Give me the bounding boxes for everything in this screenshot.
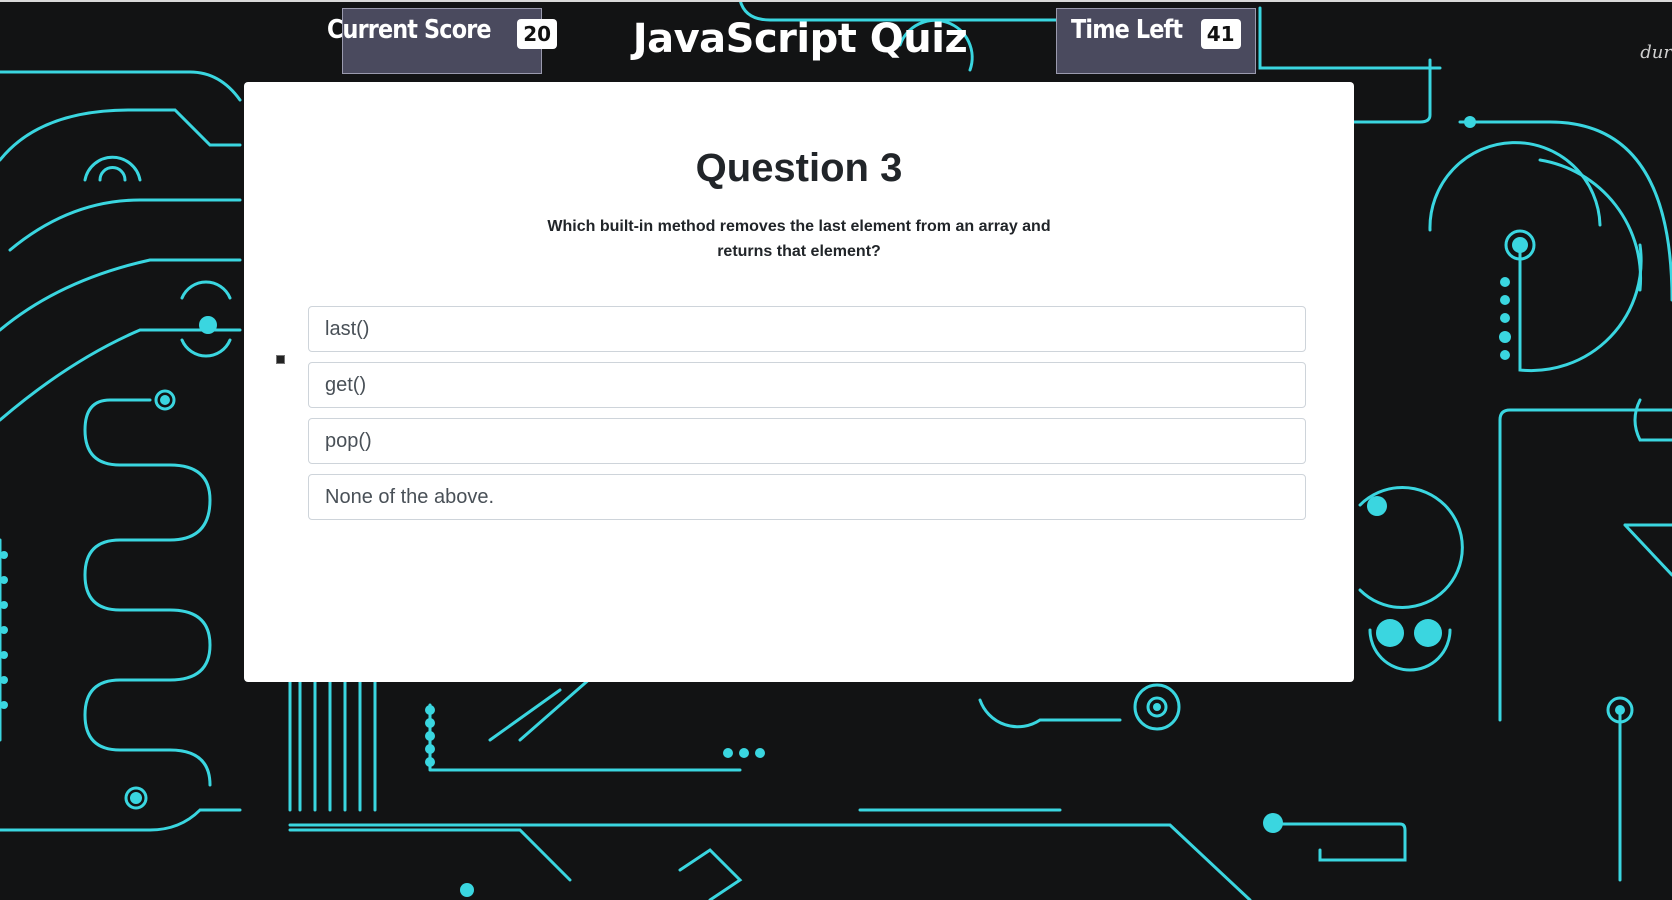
current-score-label: Current Score — [326, 15, 492, 45]
answer-option[interactable]: get() — [308, 362, 1306, 408]
broken-image-icon — [276, 355, 285, 364]
time-left-panel: Time Left 41 — [1056, 8, 1256, 74]
answer-option[interactable]: pop() — [308, 418, 1306, 464]
question-title: Question 3 — [695, 146, 903, 190]
time-left-badge: 41 — [1200, 19, 1241, 49]
answer-option[interactable]: last() — [308, 306, 1306, 352]
current-score-panel: Current Score 20 — [327, 8, 558, 74]
answer-list: last() get() pop() None of the above. — [308, 306, 1306, 530]
quiz-title: JavaScript Quiz — [632, 16, 968, 62]
question-text: Which built-in method removes the last e… — [547, 218, 1051, 260]
quiz-card: Question 3 Which built-in method removes… — [244, 82, 1354, 682]
answer-option[interactable]: None of the above. — [308, 474, 1306, 520]
time-left-label: Time Left — [1071, 15, 1183, 45]
corner-text: dur — [1640, 42, 1672, 63]
current-score-badge: 20 — [517, 19, 558, 49]
top-edge — [0, 0, 1672, 2]
